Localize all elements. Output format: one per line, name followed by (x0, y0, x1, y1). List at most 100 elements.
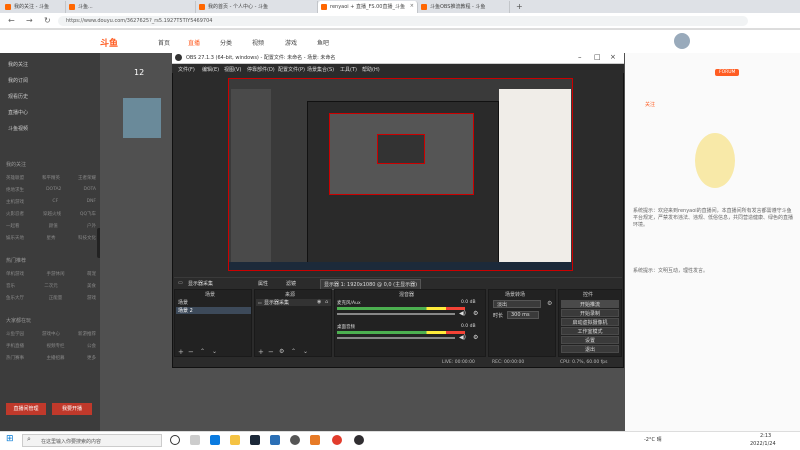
douyu-favicon-icon (69, 4, 75, 10)
close-window-icon[interactable]: × (610, 53, 616, 61)
browser-tab[interactable]: 我的关注 - 斗鱼 (2, 1, 66, 13)
minimize-icon[interactable]: – (578, 53, 582, 61)
remove-source-icon[interactable]: − (268, 348, 274, 356)
volume-slider[interactable] (337, 313, 455, 315)
reload-icon[interactable]: ↻ (44, 16, 51, 26)
maximize-icon[interactable]: □ (594, 53, 601, 61)
nav-live[interactable]: 直播 (188, 38, 200, 47)
properties-button[interactable]: 属性 (258, 280, 268, 287)
sidebar-row: 主机游戏 CF DNF (6, 199, 96, 205)
douyu-logo[interactable]: 斗鱼 (100, 36, 118, 49)
url-field[interactable]: https://www.douyu.com/3627625?_rs5.1927T… (58, 16, 748, 26)
obs-preview[interactable] (228, 78, 573, 271)
add-source-icon[interactable]: + (258, 348, 264, 356)
menu-profile[interactable]: 配置文件(P) (278, 66, 305, 73)
lock-icon[interactable]: ⌂ (325, 299, 328, 305)
visibility-eye-icon[interactable]: ◉ (317, 299, 321, 305)
clock-time[interactable]: 2:13 (760, 433, 771, 439)
manage-room-button[interactable]: 直播间管理 (6, 403, 46, 415)
forum-badge[interactable]: FORUM (715, 69, 740, 76)
streamer-thumbnail[interactable] (123, 98, 161, 138)
settings-button[interactable]: 设置 (561, 336, 619, 344)
preview-right-panel (499, 89, 571, 264)
menu-docks[interactable]: 停靠部件(D) (247, 66, 275, 73)
menu-view[interactable]: 视图(V) (224, 66, 241, 73)
menu-help[interactable]: 帮助(H) (362, 66, 380, 73)
sidebar-item-live-center[interactable]: 直播中心 (8, 109, 28, 116)
app-icon[interactable] (290, 435, 300, 445)
mascot-image (695, 133, 735, 188)
browser-tab[interactable]: 斗鱼... (66, 1, 196, 13)
nav-home[interactable]: 首页 (158, 38, 170, 47)
sidebar-item-video[interactable]: 斗鱼视频 (8, 125, 28, 132)
close-tab-icon[interactable]: × (410, 3, 414, 9)
controls-header: 控件 (583, 292, 594, 298)
menu-scene-collection[interactable]: 场景集合(S) (307, 66, 334, 73)
gear-icon[interactable]: ⚙ (547, 300, 552, 307)
start-virtual-camera-button[interactable]: 启动虚拟摄像机 (561, 318, 619, 326)
move-up-icon[interactable]: ⌃ (200, 348, 205, 355)
sidebar-item-follow[interactable]: 我的关注 (8, 61, 28, 68)
volume-slider[interactable] (337, 337, 455, 339)
studio-mode-button[interactable]: 工作室模式 (561, 327, 619, 335)
mixer-track-db: 0.0 dB (461, 300, 476, 305)
steam-icon[interactable] (250, 435, 260, 445)
sidebar-row: 斗鱼学园 游戏中心 新游推荐 (6, 332, 96, 337)
browser-tab[interactable]: 我的首页 - 个人中心 - 斗鱼 (196, 1, 318, 13)
add-scene-icon[interactable]: + (178, 348, 184, 356)
start-recording-button[interactable]: 开始录制 (561, 309, 619, 317)
browser-tab[interactable]: 斗鱼OBS推流教程 - 斗鱼 (418, 1, 510, 13)
obs-source-toolbar: ▭ 显示器采集 属性 滤镜 显示器 1: 1920x1080 @ 0,0 (主显… (174, 277, 622, 290)
start-live-button[interactable]: 我要开播 (52, 403, 92, 415)
taskbar-search-input[interactable]: 在这里输入你要搜索的内容 (22, 434, 162, 447)
task-view-icon[interactable] (190, 435, 200, 445)
duration-input[interactable]: 300 ms (507, 311, 539, 319)
controls-dock: 控件 开始推流 开始录制 启动虚拟摄像机 工作室模式 设置 退出 (558, 289, 622, 357)
windows-start-icon[interactable]: ⊞ (6, 434, 14, 444)
move-down-icon[interactable]: ⌄ (212, 348, 217, 355)
nav-video[interactable]: 视频 (252, 38, 264, 47)
nav-category[interactable]: 分类 (220, 38, 232, 47)
new-tab-button[interactable]: + (516, 2, 523, 11)
back-icon[interactable]: ← (8, 16, 15, 26)
gear-icon[interactable]: ⚙ (279, 348, 284, 355)
sidebar-section-title: 大家都在玩 (6, 318, 32, 324)
exit-button[interactable]: 退出 (561, 345, 619, 353)
app-icon[interactable] (270, 435, 280, 445)
sidebar-item-subscribe[interactable]: 我的订阅 (8, 77, 28, 84)
file-explorer-icon[interactable] (230, 435, 240, 445)
follow-label[interactable]: 关注 (645, 101, 655, 108)
mixer-track-name: 麦克风/Aux (337, 301, 361, 306)
cortana-icon[interactable] (170, 435, 180, 445)
move-down-icon[interactable]: ⌄ (303, 348, 308, 355)
nav-yuba[interactable]: 鱼吧 (317, 38, 329, 47)
monitor-icon: ▭ (178, 280, 183, 286)
scene-item-selected[interactable]: 场景 2 (176, 307, 251, 314)
clock-date[interactable]: 2022/1/24 (750, 441, 776, 447)
menu-file[interactable]: 文件(F) (178, 66, 195, 73)
transition-select[interactable]: 淡出 (493, 300, 541, 308)
filters-button[interactable]: 滤镜 (286, 280, 296, 287)
forward-icon[interactable]: → (26, 16, 33, 26)
sidebar-section-title: 我的关注 (6, 162, 27, 168)
menu-edit[interactable]: 编辑(E) (202, 66, 219, 73)
weather-status[interactable]: -2°C 晴 (644, 436, 662, 443)
scene-item[interactable]: 场景 (176, 299, 251, 306)
nav-game[interactable]: 游戏 (285, 38, 297, 47)
avatar[interactable] (674, 33, 690, 49)
app-icon[interactable] (310, 435, 320, 445)
sidebar-row: 绝地求生 DOTA2 DOTA (6, 187, 96, 193)
chrome-icon[interactable] (332, 435, 342, 445)
speaker-icon[interactable]: ◀) (459, 334, 466, 341)
obs-taskbar-icon[interactable] (354, 435, 364, 445)
menu-tools[interactable]: 工具(T) (340, 66, 357, 73)
gear-icon[interactable]: ⚙ (473, 310, 478, 317)
sidebar-item-history[interactable]: 观看历史 (8, 93, 28, 100)
remove-scene-icon[interactable]: − (188, 348, 194, 356)
edge-icon[interactable] (210, 435, 220, 445)
browser-tab-active[interactable]: renyaoi + 直播_FS.00直播_斗鱼 × (318, 1, 418, 13)
move-up-icon[interactable]: ⌃ (291, 348, 296, 355)
start-streaming-button[interactable]: 开始推流 (561, 300, 619, 308)
gear-icon[interactable]: ⚙ (473, 334, 478, 341)
speaker-icon[interactable]: ◀) (459, 310, 466, 317)
